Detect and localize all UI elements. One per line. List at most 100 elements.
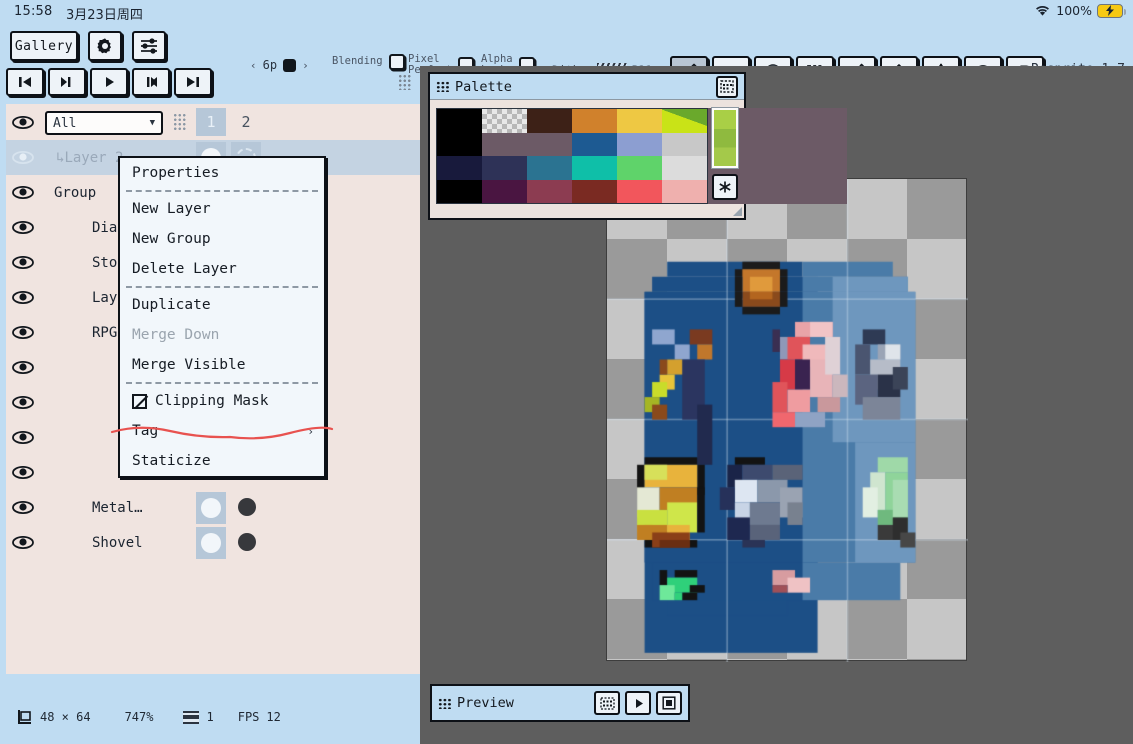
visibility-toggle[interactable] (10, 253, 36, 271)
drag-handle-icon[interactable] (436, 81, 449, 92)
visibility-toggle[interactable] (10, 533, 36, 551)
palette-swatch[interactable] (482, 133, 527, 157)
visibility-toggle[interactable] (10, 463, 36, 481)
brush-size-next[interactable]: › (302, 59, 309, 72)
visibility-toggle[interactable] (10, 183, 36, 201)
palette-swatch[interactable] (572, 133, 617, 157)
palette-swatch[interactable] (527, 109, 572, 133)
layer-cell-frame1[interactable] (196, 492, 226, 524)
first-frame-button[interactable] (6, 68, 44, 96)
palette-swatch[interactable] (527, 133, 572, 157)
palette-window[interactable]: Palette (428, 72, 746, 220)
gallery-button[interactable]: Gallery (10, 31, 78, 61)
visibility-toggle[interactable] (10, 358, 36, 376)
palette-swatch[interactable] (437, 133, 482, 157)
visibility-toggle[interactable] (10, 428, 36, 446)
visibility-toggle[interactable] (10, 323, 36, 341)
palette-swatch[interactable] (617, 133, 662, 157)
layers-grip-handle[interactable] (173, 113, 187, 131)
menu-item-clipping-mask[interactable]: Clipping Mask (120, 386, 324, 416)
brush-size-control[interactable]: ‹ 6p › (250, 58, 309, 72)
palette-titlebar[interactable]: Palette (430, 74, 744, 100)
menu-item-new-layer[interactable]: New Layer (120, 194, 324, 224)
palette-swatch[interactable] (482, 180, 527, 204)
palette-swatch[interactable] (437, 109, 482, 133)
palette-swatch[interactable] (617, 180, 662, 204)
palette-swatch[interactable] (662, 180, 707, 204)
palette-resize-handle[interactable] (733, 207, 742, 216)
preview-grid-button[interactable] (594, 691, 620, 715)
preview-title: Preview (457, 695, 514, 711)
palette-star-button[interactable] (712, 174, 738, 200)
palette-swatch[interactable] (482, 109, 527, 133)
palette-swatch[interactable] (572, 109, 617, 133)
palette-swatch[interactable] (527, 156, 572, 180)
palette-body (430, 100, 744, 218)
play-button[interactable] (90, 68, 128, 96)
layer-name: Shovel (92, 535, 143, 551)
palette-swatch[interactable] (572, 180, 617, 204)
layer-cell-frame2[interactable] (238, 498, 256, 516)
preferences-button[interactable] (132, 31, 166, 61)
eye-icon (11, 535, 35, 550)
transport-grip-handle[interactable] (398, 74, 412, 90)
palette-swatch[interactable] (482, 156, 527, 180)
palette-swatch[interactable] (662, 109, 707, 133)
visibility-toggle-layer2[interactable] (10, 148, 36, 166)
visibility-toggle[interactable] (10, 498, 36, 516)
palette-swatch[interactable] (527, 180, 572, 204)
visibility-toggle-all[interactable] (10, 113, 36, 131)
menu-item-staticize[interactable]: Staticize (120, 446, 324, 476)
preview-fit-button[interactable] (656, 691, 682, 715)
layer-row[interactable]: Shovel (6, 525, 420, 560)
palette-title: Palette (455, 79, 512, 95)
sliders-icon (139, 37, 159, 55)
menu-item-duplicate[interactable]: Duplicate (120, 290, 324, 320)
visibility-toggle[interactable] (10, 393, 36, 411)
frame-header-2[interactable]: 2 (231, 108, 261, 136)
fps-value: 12 (266, 710, 280, 724)
palette-swatch[interactable] (617, 109, 662, 133)
submenu-arrow-icon: › (307, 425, 314, 438)
preview-window[interactable]: Preview (430, 684, 690, 722)
layer-row[interactable]: Metal… (6, 490, 420, 525)
settings-button[interactable] (88, 31, 122, 61)
layer-cell-frame2[interactable] (238, 533, 256, 551)
prev-frame-button[interactable] (48, 68, 86, 96)
color-ramp-preview[interactable] (712, 108, 738, 168)
menu-item-properties[interactable]: Properties (120, 158, 324, 188)
canvas-checkerboard[interactable] (606, 178, 967, 661)
palette-swatch[interactable] (662, 133, 707, 157)
preview-play-button[interactable] (625, 691, 651, 715)
menu-item-delete-layer[interactable]: Delete Layer (120, 254, 324, 284)
brush-size-prev[interactable]: ‹ (250, 59, 257, 72)
blending-label: Blending (332, 56, 383, 67)
pixel-art-canvas[interactable] (607, 179, 968, 662)
visibility-toggle[interactable] (10, 218, 36, 236)
menu-item-new-group[interactable]: New Group (120, 224, 324, 254)
palette-swatch-grid[interactable] (436, 108, 708, 204)
eye-icon (11, 325, 35, 340)
clipping-mask-checkbox[interactable] (132, 394, 147, 409)
palette-swatch[interactable] (662, 156, 707, 180)
palette-swatch[interactable] (437, 180, 482, 204)
fps-label: FPS (238, 710, 260, 724)
step-back-icon (58, 75, 76, 89)
layer-filter-select[interactable]: All ▼ (45, 111, 163, 135)
fps-group: FPS 12 (238, 710, 281, 724)
blending-toggle[interactable]: Blending (332, 54, 405, 70)
palette-swatch[interactable] (617, 156, 662, 180)
layer-cell-frame1[interactable] (196, 527, 226, 559)
palette-options-button[interactable] (716, 76, 738, 98)
visibility-toggle[interactable] (10, 288, 36, 306)
menu-item-merge-visible[interactable]: Merge Visible (120, 350, 324, 380)
layer-name: RPG (92, 325, 117, 341)
palette-swatch[interactable] (437, 156, 482, 180)
blending-checkbox[interactable] (389, 54, 405, 70)
frame-header-1[interactable]: 1 (196, 108, 226, 136)
menu-item-tag[interactable]: Tag› (120, 416, 324, 446)
next-frame-button[interactable] (132, 68, 170, 96)
palette-swatch[interactable] (572, 156, 617, 180)
drag-handle-icon[interactable] (438, 698, 451, 709)
last-frame-button[interactable] (174, 68, 212, 96)
